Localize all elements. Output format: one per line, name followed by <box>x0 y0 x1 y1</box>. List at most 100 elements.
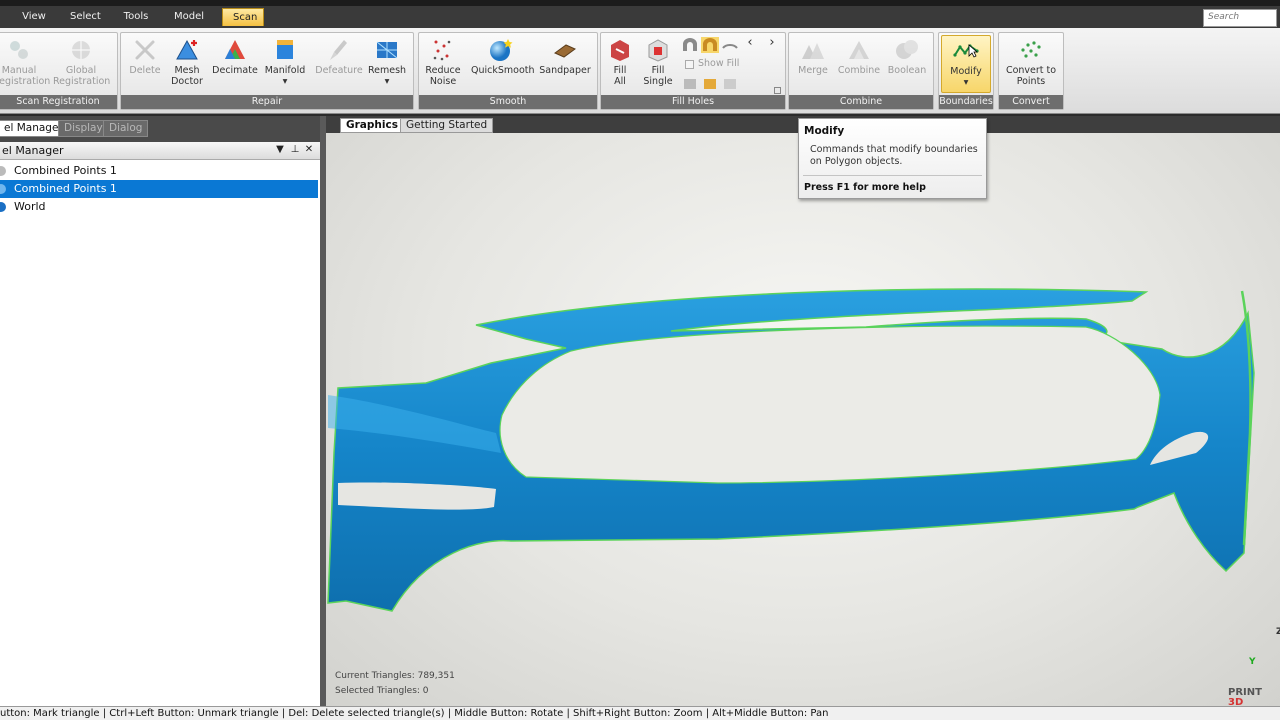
tree-item-combined-points-1-selected[interactable]: Combined Points 1 <box>0 180 318 198</box>
quicksmooth-sphere-icon <box>490 39 513 61</box>
bridge-arch-icon[interactable] <box>681 37 699 53</box>
boolean-spheres-icon <box>896 40 918 59</box>
convert-to-points-button[interactable]: Convert to Points <box>1001 35 1061 93</box>
panel-dropdown-icon[interactable]: ▼ <box>274 143 286 157</box>
fill-option-3-icon[interactable] <box>721 76 739 92</box>
global-registration-button[interactable]: Global Registration <box>53 35 110 93</box>
convert-to-points-label-2: Points <box>1016 76 1046 87</box>
watermark-line-2: 3D <box>1228 697 1244 708</box>
decimate-icon <box>225 40 245 59</box>
next-hole-arrow-icon[interactable]: › <box>763 36 781 52</box>
manifold-button[interactable]: Manifold ▾ <box>261 35 309 93</box>
panel-pin-icon[interactable]: ⊥ <box>289 143 301 157</box>
modify-dropdown-icon[interactable]: ▾ <box>942 77 990 88</box>
tab-graphics[interactable]: Graphics <box>340 118 404 133</box>
tooltip-description: Commands that modify boundaries on Polyg… <box>810 144 978 167</box>
panel-tabs: el Manager Display Dialog <box>0 116 320 142</box>
reduce-noise-button[interactable]: Reduce Noise <box>419 35 467 93</box>
boolean-button[interactable]: Boolean <box>883 35 931 93</box>
grille-opening <box>499 325 1161 484</box>
manifold-label: Manifold <box>264 65 306 76</box>
group-label-smooth: Smooth <box>419 95 597 109</box>
combine-icon <box>849 41 869 59</box>
manual-registration-label-2: Registration <box>0 76 51 87</box>
car-bumper-mesh[interactable] <box>326 133 1280 706</box>
remesh-label: Remesh <box>367 65 407 76</box>
reduce-noise-label-1: Reduce <box>425 65 461 76</box>
quicksmooth-label: QuickSmooth <box>471 65 535 76</box>
manifold-icon <box>277 40 293 59</box>
fill-single-label-1: Fill <box>651 65 665 76</box>
menu-tab-tools[interactable]: Tools <box>112 8 160 26</box>
quicksmooth-button[interactable]: QuickSmooth <box>471 35 535 93</box>
reduce-noise-icon <box>433 40 451 61</box>
show-fill-checkbox[interactable] <box>685 60 694 69</box>
fill-holes-dialog-launcher-icon[interactable] <box>774 87 781 94</box>
manifold-dropdown-icon[interactable]: ▾ <box>261 76 309 87</box>
delete-button[interactable]: Delete <box>121 35 169 93</box>
point-cloud-icon <box>0 166 6 176</box>
menu-bar: View Select Tools Model Scan Search <box>0 6 1280 28</box>
panel-close-icon[interactable]: ✕ <box>303 143 315 157</box>
modify-label: Modify <box>950 66 982 77</box>
viewport: Graphics Getting Started Current Triangl… <box>326 116 1280 706</box>
group-smooth: Reduce Noise QuickSmooth Sandpaper Smoot… <box>418 32 598 110</box>
group-repair: Delete Mesh Doctor Decimate Manifold ▾ D… <box>120 32 414 110</box>
convert-to-points-icon <box>1021 41 1041 58</box>
fill-single-label-2: Single <box>643 76 673 87</box>
modify-tooltip: Modify Commands that modify boundaries o… <box>798 118 987 199</box>
sandpaper-icon <box>554 44 576 58</box>
decimate-label: Decimate <box>212 65 258 76</box>
mesh-doctor-label-1: Mesh <box>174 65 200 76</box>
tooltip-separator <box>803 175 982 176</box>
merge-button[interactable]: Merge <box>789 35 837 93</box>
search-input[interactable]: Search <box>1203 9 1277 27</box>
modify-button[interactable]: Modify ▾ <box>941 35 991 93</box>
menu-tab-scan[interactable]: Scan <box>222 8 264 26</box>
combine-button[interactable]: Combine <box>835 35 883 93</box>
convert-to-points-label-1: Convert to <box>1005 65 1057 76</box>
remesh-icon <box>376 41 398 59</box>
remesh-dropdown-icon[interactable]: ▾ <box>363 76 411 87</box>
mouse-cursor-icon <box>968 44 978 58</box>
combine-label: Combine <box>837 65 881 76</box>
manual-registration-icon <box>10 41 28 59</box>
manual-registration-button[interactable]: Manual Registration <box>0 35 51 93</box>
fill-option-1-icon[interactable] <box>681 76 699 92</box>
menu-tab-select[interactable]: Select <box>60 8 108 26</box>
delete-label: Delete <box>129 65 161 76</box>
mesh-doctor-button[interactable]: Mesh Doctor <box>163 35 211 93</box>
bridge-fill-icon[interactable] <box>701 37 719 53</box>
remesh-button[interactable]: Remesh ▾ <box>363 35 411 93</box>
menu-tab-model[interactable]: Model <box>164 8 212 26</box>
group-label-repair: Repair <box>121 95 413 109</box>
sandpaper-button[interactable]: Sandpaper <box>539 35 591 93</box>
tab-dialog[interactable]: Dialog <box>103 120 149 137</box>
tree-item-combined-points-1[interactable]: Combined Points 1 <box>0 162 318 180</box>
defeature-button[interactable]: Defeature <box>315 35 363 93</box>
graphics-canvas[interactable]: Current Triangles: 789,351 Selected Tria… <box>326 133 1280 706</box>
group-convert: Convert to Points Convert <box>998 32 1064 110</box>
fill-single-icon <box>648 39 668 62</box>
axis-z-label: Z <box>1276 627 1280 637</box>
group-label-combine: Combine <box>789 95 933 109</box>
menu-tab-view[interactable]: View <box>12 8 56 26</box>
fill-option-2-icon[interactable] <box>701 76 719 92</box>
previous-hole-arrow-icon[interactable]: ‹ <box>741 36 759 52</box>
decimate-button[interactable]: Decimate <box>211 35 259 93</box>
boolean-label: Boolean <box>887 65 927 76</box>
mesh-doctor-icon <box>176 39 198 60</box>
tab-getting-started[interactable]: Getting Started <box>400 118 494 133</box>
tab-display[interactable]: Display <box>58 120 109 137</box>
group-label-fill-holes: Fill Holes <box>601 95 785 109</box>
fill-single-button[interactable]: Fill Single <box>635 35 681 93</box>
defeature-label: Defeature <box>315 65 363 76</box>
tree-item-world[interactable]: World <box>0 198 318 216</box>
group-combine: Merge Combine Boolean Combine <box>788 32 934 110</box>
tooltip-help-hint: Press F1 for more help <box>804 182 926 193</box>
bridge-flat-icon[interactable] <box>721 37 739 53</box>
fill-all-icon <box>611 40 629 61</box>
status-bar: utton: Mark triangle | Ctrl+Left Button:… <box>0 706 1280 720</box>
panel-title-text: el Manager <box>2 144 64 157</box>
selected-triangles-count: Selected Triangles: 0 <box>335 686 429 696</box>
